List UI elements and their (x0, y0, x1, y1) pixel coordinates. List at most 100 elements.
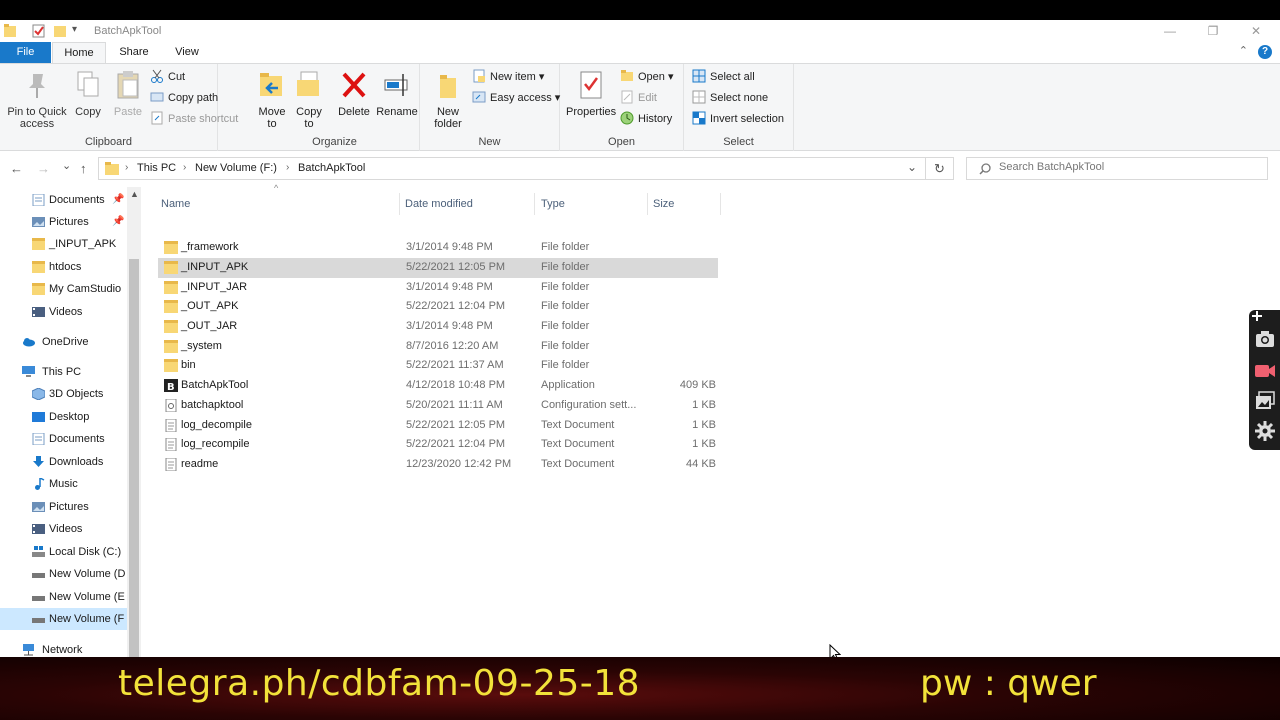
column-divider[interactable] (720, 193, 721, 215)
new-folder-icon[interactable] (54, 24, 66, 38)
nav-item-music[interactable]: Music (0, 473, 127, 495)
paste-button[interactable]: Paste (110, 68, 146, 118)
search-box[interactable] (966, 157, 1268, 180)
nav-item-htdocs[interactable]: htdocs (0, 256, 127, 278)
svg-text:B: B (167, 382, 175, 392)
file-row[interactable]: _system 8/7/2016 12:20 AM File folder (158, 337, 718, 357)
folder-icon (105, 162, 119, 175)
refresh-button[interactable]: ↻ (926, 157, 954, 180)
invert-selection-button[interactable]: Invert selection (692, 110, 784, 128)
help-button[interactable]: ? (1258, 45, 1272, 59)
column-divider[interactable] (399, 193, 400, 215)
tab-share[interactable]: Share (110, 42, 158, 63)
move-to-button[interactable]: Move to (254, 68, 290, 130)
close-button[interactable]: ✕ (1236, 22, 1276, 40)
nav-item-videos[interactable]: Videos (0, 301, 127, 323)
properties-icon[interactable] (32, 24, 46, 38)
scroll-up-arrow-icon[interactable]: ▲ (130, 189, 139, 199)
nav-item-this-pc[interactable]: This PC (0, 361, 127, 383)
nav-item-videos-pc[interactable]: Videos (0, 518, 127, 540)
file-row[interactable]: _OUT_APK 5/22/2021 12:04 PM File folder (158, 297, 718, 317)
search-input[interactable] (999, 161, 1259, 173)
select-all-button[interactable]: Select all (692, 68, 755, 86)
history-icon (620, 111, 634, 125)
nav-item-local-disk-c[interactable]: Local Disk (C:) (0, 541, 127, 563)
nav-item-downloads[interactable]: Downloads (0, 451, 127, 473)
settings-gear-icon[interactable] (1254, 420, 1276, 442)
copy-button[interactable]: Copy (72, 68, 104, 118)
file-row[interactable]: B BatchApkTool 4/12/2018 10:48 PM Applicati… (158, 376, 718, 396)
file-row[interactable]: _framework 3/1/2014 9:48 PM File folder (158, 238, 718, 258)
nav-item-new-volume-f[interactable]: New Volume (F (0, 608, 127, 630)
address-bar[interactable]: › This PC › New Volume (F:) › BatchApkTo… (98, 157, 926, 180)
quick-access-dropdown-icon[interactable]: ▾ (72, 24, 77, 38)
tab-file[interactable]: File (0, 42, 51, 63)
address-dropdown-icon[interactable]: ⌄ (907, 160, 917, 174)
nav-item-pictures[interactable]: Pictures 📌 (0, 211, 127, 233)
expand-icon[interactable] (1251, 310, 1263, 322)
file-row[interactable]: readme 12/23/2020 12:42 PM Text Document 44… (158, 455, 718, 475)
column-header-name[interactable]: Name (161, 193, 190, 215)
breadcrumb-separator: › (125, 162, 129, 173)
breadcrumb-this-pc[interactable]: This PC (137, 162, 176, 174)
nav-item-new-volume-d[interactable]: New Volume (D (0, 563, 127, 585)
column-divider[interactable] (534, 193, 535, 215)
file-row[interactable]: log_recompile 5/22/2021 12:04 PM Text Docu… (158, 435, 718, 455)
column-header-date-modified[interactable]: Date modified (405, 193, 473, 215)
nav-item-documents[interactable]: Documents 📌 (0, 189, 127, 211)
nav-item-my-camstudio[interactable]: My CamStudio (0, 278, 127, 300)
cut-button[interactable]: Cut (150, 68, 185, 86)
video-record-icon[interactable] (1254, 360, 1276, 382)
copy-path-button[interactable]: Copy path (150, 89, 218, 107)
back-button[interactable]: ← (10, 161, 23, 176)
tab-view[interactable]: View (164, 42, 210, 63)
new-folder-button[interactable]: New folder (428, 68, 468, 130)
nav-item-desktop[interactable]: Desktop (0, 406, 127, 428)
rename-button[interactable]: Rename (376, 68, 418, 118)
nav-item-network[interactable]: Network (0, 639, 127, 657)
file-row[interactable]: _INPUT_APK 5/22/2021 12:05 PM File folder (158, 258, 718, 278)
breadcrumb-new-volume-f[interactable]: New Volume (F:) (195, 162, 277, 174)
file-row[interactable]: _OUT_JAR 3/1/2014 9:48 PM File folder (158, 317, 718, 337)
nav-scrollbar-thumb[interactable] (129, 259, 139, 657)
gallery-icon[interactable] (1254, 390, 1276, 412)
camera-icon[interactable] (1254, 328, 1276, 350)
nav-item-new-volume-e[interactable]: New Volume (E (0, 586, 127, 608)
new-item-button[interactable]: New item ▾ (472, 68, 544, 86)
file-row[interactable]: batchapktool 5/20/2021 11:11 AM Configurat… (158, 396, 718, 416)
copy-to-button[interactable]: Copy to (292, 68, 326, 130)
breadcrumb-batchapktool[interactable]: BatchApkTool (298, 162, 365, 174)
paste-shortcut-button[interactable]: Paste shortcut (150, 110, 238, 128)
tab-home[interactable]: Home (52, 42, 106, 63)
minimize-button[interactable]: — (1150, 22, 1190, 40)
delete-button[interactable]: Delete (336, 68, 372, 118)
nav-item-input-apk[interactable]: _INPUT_APK (0, 233, 127, 255)
recent-locations-button[interactable]: ⌄ (62, 159, 71, 172)
column-header-type[interactable]: Type (541, 193, 565, 215)
column-header-size[interactable]: Size (653, 193, 674, 215)
select-none-button[interactable]: Select none (692, 89, 768, 107)
file-row[interactable]: bin 5/22/2021 11:37 AM File folder (158, 356, 718, 376)
forward-button[interactable]: → (37, 161, 50, 176)
edit-button[interactable]: Edit (620, 89, 657, 107)
ribbon-tabs: File Home Share View ⌃ ? (0, 42, 1280, 63)
new-group-label: New (478, 136, 501, 148)
collapse-ribbon-icon[interactable]: ⌃ (1239, 44, 1248, 57)
select-all-icon (692, 69, 706, 83)
nav-item-onedrive[interactable]: OneDrive (0, 331, 127, 353)
open-icon (621, 70, 633, 81)
easy-access-button[interactable]: Easy access ▾ (472, 89, 560, 107)
properties-button[interactable]: Properties (566, 68, 616, 118)
nav-item-documents-pc[interactable]: Documents (0, 428, 127, 450)
select-none-icon (692, 90, 706, 104)
up-button[interactable]: ↑ (80, 161, 87, 176)
open-button[interactable]: Open ▾ (620, 68, 674, 86)
pin-to-quick-access-button[interactable]: Pin to Quick access (4, 68, 70, 130)
history-button[interactable]: History (620, 110, 672, 128)
nav-item-3d-objects[interactable]: 3D Objects (0, 383, 127, 405)
restore-button[interactable]: ❐ (1193, 22, 1233, 40)
file-row[interactable]: log_decompile 5/22/2021 12:05 PM Text Docu… (158, 416, 718, 436)
column-divider[interactable] (647, 193, 648, 215)
nav-item-pictures-pc[interactable]: Pictures (0, 496, 127, 518)
file-row[interactable]: _INPUT_JAR 3/1/2014 9:48 PM File folder (158, 278, 718, 298)
